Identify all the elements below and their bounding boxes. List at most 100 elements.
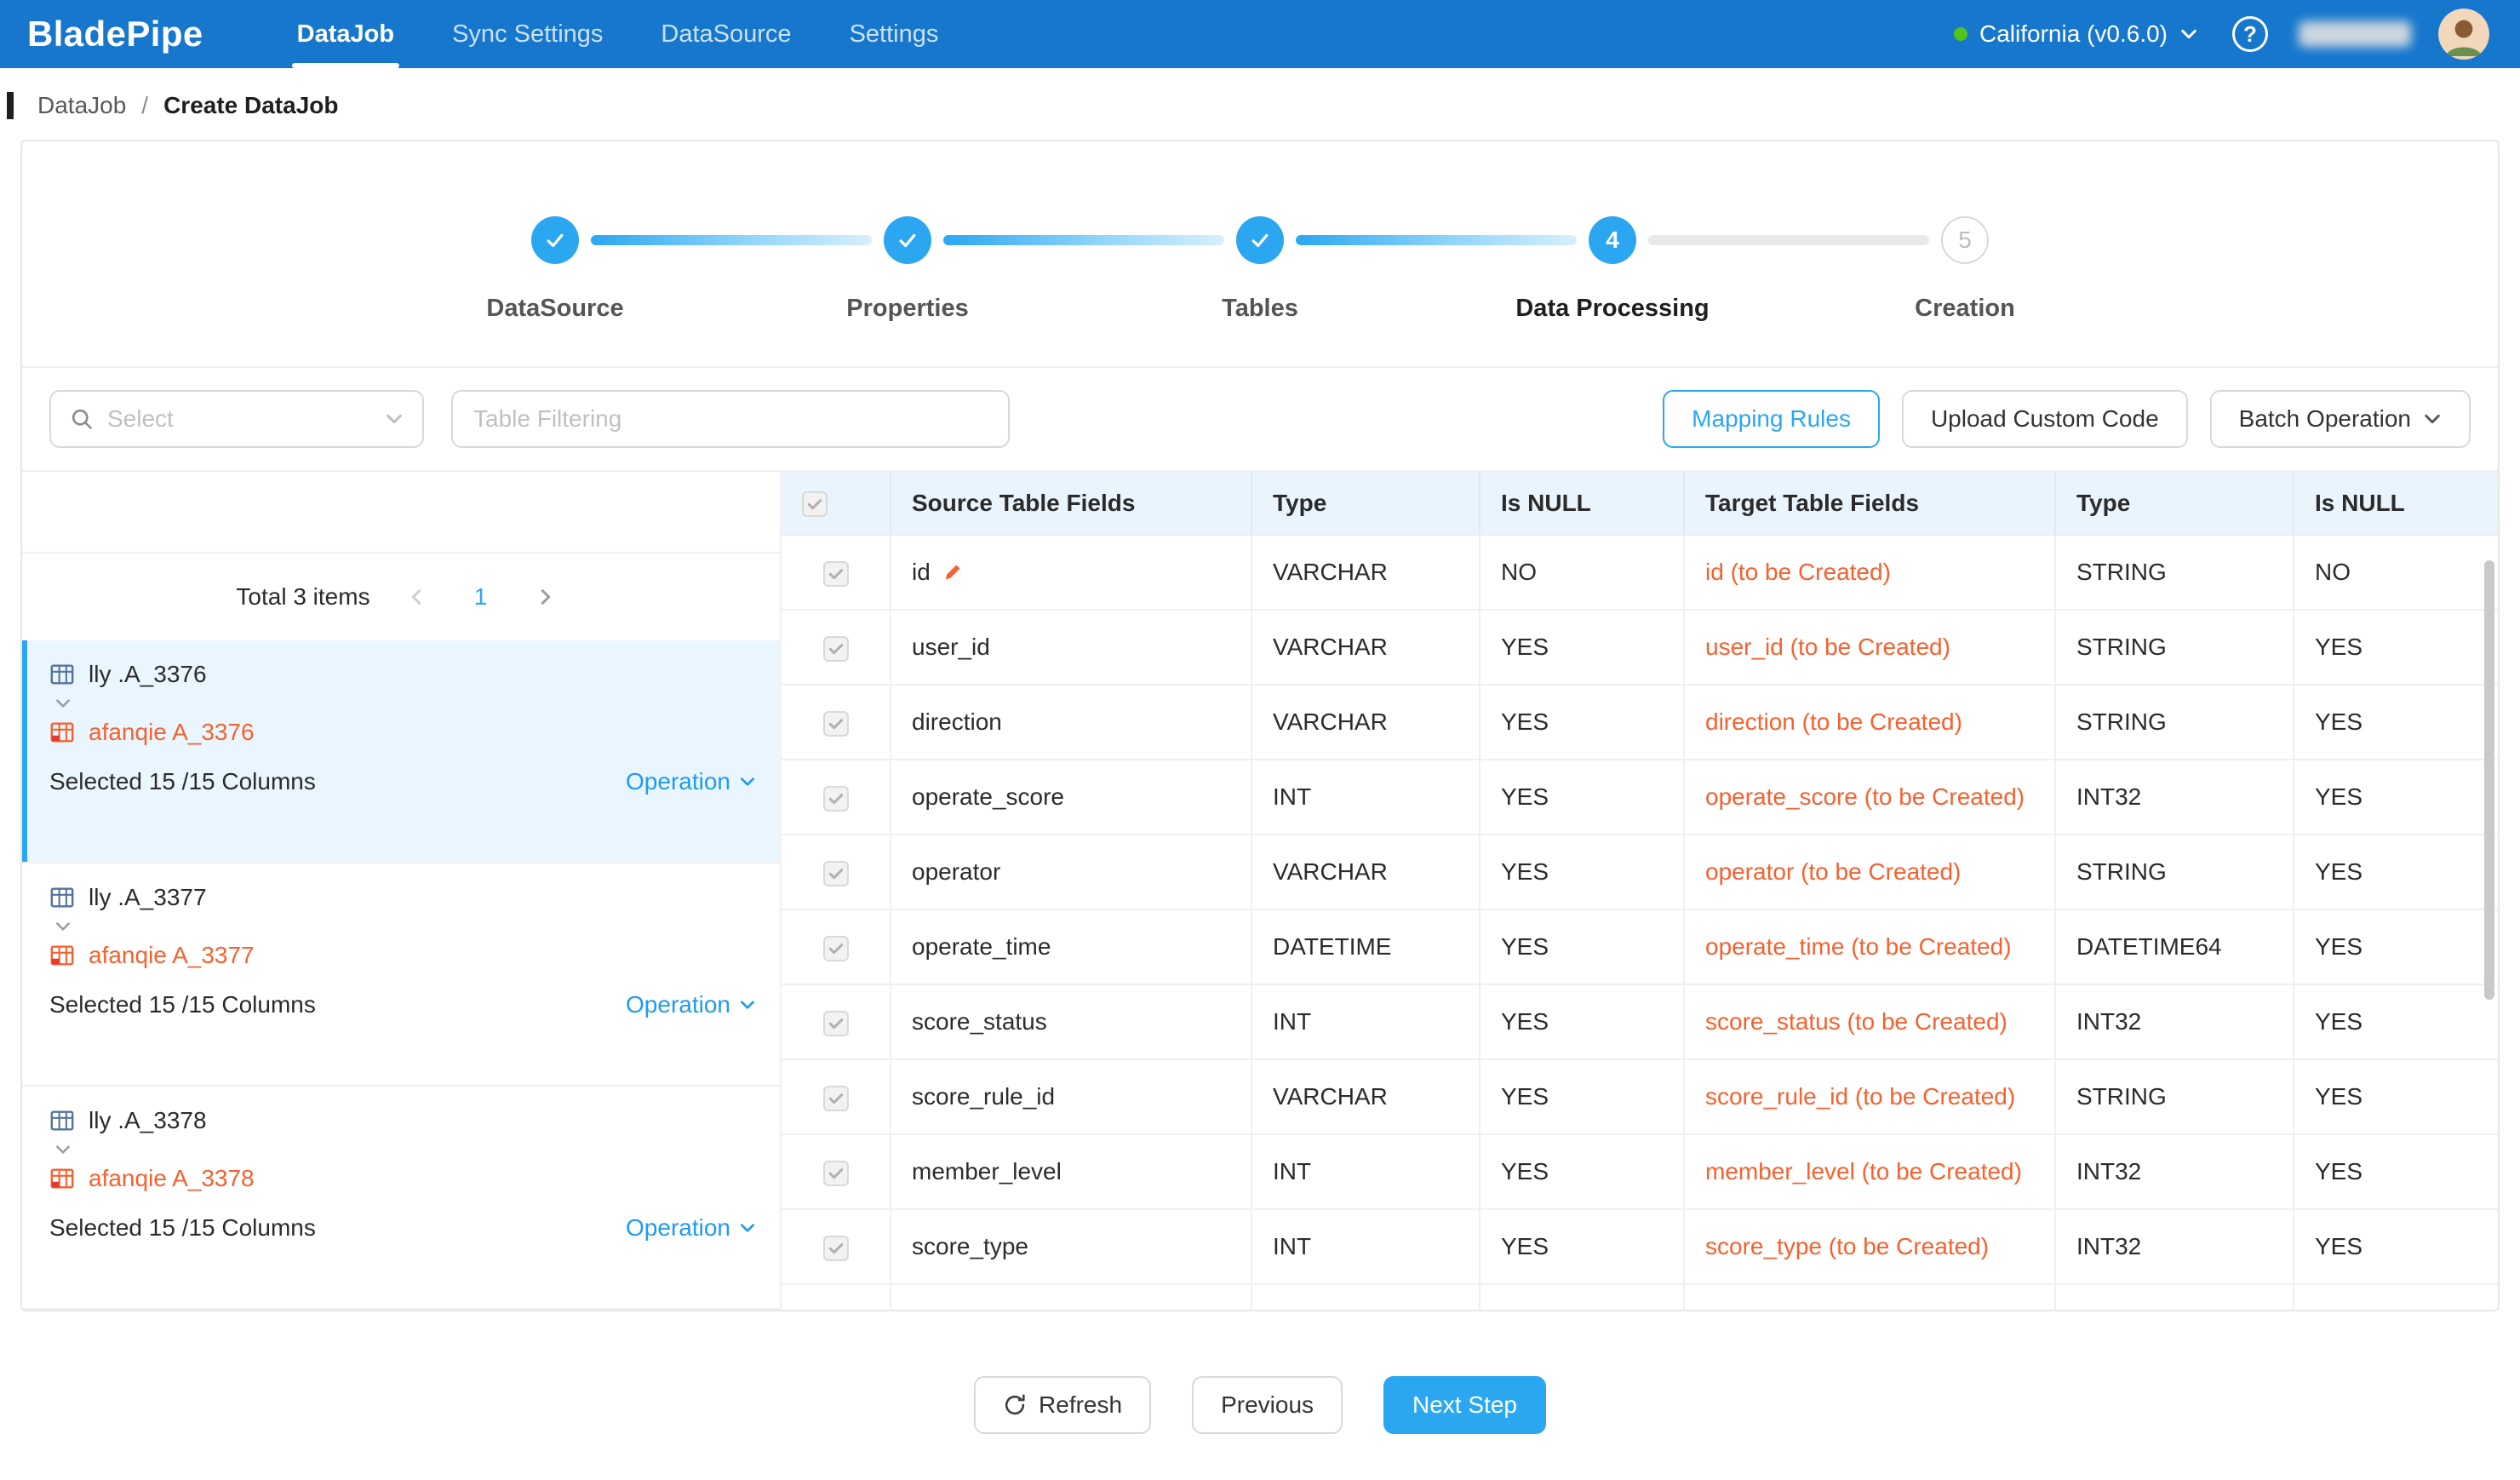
source-field-name: score_rule_id xyxy=(912,1082,1055,1111)
avatar[interactable] xyxy=(2438,9,2489,60)
fields-table: Source Table Fields Type Is NULL Target … xyxy=(782,472,2498,1310)
row-checkbox[interactable] xyxy=(823,1011,849,1036)
table-list-item[interactable]: lly .A_3377 afanqie A_3377 Selec xyxy=(22,863,780,1087)
field-row: direction VARCHAR YES direction (to be C… xyxy=(782,685,2498,760)
step-datasource[interactable]: DataSource xyxy=(531,216,579,264)
source-type-cell: INT xyxy=(1251,984,1480,1059)
source-table-name: lly .A_3377 xyxy=(89,884,207,911)
nav-item[interactable]: Sync Settings xyxy=(423,0,632,68)
table-list-item[interactable]: lly .A_3378 afanqie A_3378 Selec xyxy=(22,1087,780,1310)
header-target-fields: Target Table Fields xyxy=(1684,472,2055,535)
refresh-button[interactable]: Refresh xyxy=(974,1376,1151,1434)
prev-page-button[interactable] xyxy=(396,577,437,617)
nav-item[interactable]: DataJob xyxy=(268,0,423,68)
nav-item[interactable]: DataSource xyxy=(632,0,820,68)
next-page-button[interactable] xyxy=(525,577,566,617)
step-tables[interactable]: Tables xyxy=(1236,216,1284,264)
previous-button[interactable]: Previous xyxy=(1192,1376,1343,1434)
source-null-cell: YES xyxy=(1480,685,1684,760)
row-checkbox[interactable] xyxy=(823,1086,849,1111)
target-type-cell: STRING xyxy=(2055,1059,2294,1134)
next-step-button[interactable]: Next Step xyxy=(1383,1376,1546,1434)
select-all-checkbox[interactable] xyxy=(802,491,828,517)
step-label: Creation xyxy=(1915,295,2015,323)
header-target-type: Type xyxy=(2055,472,2294,535)
source-field-name: user_id xyxy=(912,633,990,662)
step-data-processing[interactable]: 4Data Processing xyxy=(1589,216,1636,264)
row-checkbox-cell xyxy=(782,1059,891,1134)
table-list-item[interactable]: lly .A_3376 afanqie A_3376 Selec xyxy=(22,640,780,863)
current-page[interactable]: 1 xyxy=(462,583,500,611)
table-filter-input[interactable] xyxy=(451,390,1010,448)
chevron-down-icon xyxy=(2423,410,2442,428)
fields-table-header-row: Source Table Fields Type Is NULL Target … xyxy=(782,472,2498,535)
row-checkbox-cell xyxy=(782,760,891,835)
row-checkbox[interactable] xyxy=(823,561,849,587)
row-checkbox[interactable] xyxy=(823,636,849,662)
app-logo[interactable]: BladePipe xyxy=(27,14,203,54)
target-table-icon xyxy=(49,720,75,745)
refresh-label: Refresh xyxy=(1039,1391,1122,1419)
target-null-cell: YES xyxy=(2294,685,2498,760)
target-type-cell: INT32 xyxy=(2055,1134,2294,1209)
vertical-scrollbar[interactable] xyxy=(2481,536,2496,1310)
target-field-cell: operate_time (to be Created) xyxy=(1684,909,2055,984)
source-table-icon xyxy=(49,1108,75,1133)
batch-operation-button[interactable]: Batch Operation xyxy=(2210,390,2471,448)
breadcrumb-parent[interactable]: DataJob xyxy=(37,92,126,119)
row-checkbox-cell xyxy=(782,610,891,685)
row-checkbox[interactable] xyxy=(823,936,849,961)
target-table-name: afanqie A_3378 xyxy=(89,1165,255,1192)
field-row: operate_time DATETIME YES operate_time (… xyxy=(782,909,2498,984)
search-icon xyxy=(70,407,94,431)
scrollbar-thumb[interactable] xyxy=(2484,560,2494,1000)
help-icon[interactable]: ? xyxy=(2232,16,2268,52)
row-checkbox[interactable] xyxy=(823,786,849,812)
edit-icon[interactable] xyxy=(942,562,963,582)
total-items-label: Total 3 items xyxy=(236,583,369,611)
operation-label: Operation xyxy=(626,1214,730,1242)
row-checkbox-cell xyxy=(782,835,891,909)
field-row: score_status INT YES score_status (to be… xyxy=(782,984,2498,1059)
target-type-cell: STRING xyxy=(2055,610,2294,685)
source-field-name: direction xyxy=(912,708,1002,737)
source-field-cell: id xyxy=(891,535,1251,610)
operation-link[interactable]: Operation xyxy=(626,991,756,1018)
breadcrumb-accent-bar xyxy=(7,92,14,119)
upload-custom-code-button[interactable]: Upload Custom Code xyxy=(1902,390,2188,448)
target-field-cell: operator (to be Created) xyxy=(1684,835,2055,909)
source-field-name: id xyxy=(912,558,931,587)
target-type-cell: STRING xyxy=(2055,835,2294,909)
chevron-down-icon xyxy=(385,410,404,428)
target-field-cell: id (to be Created) xyxy=(1684,535,2055,610)
source-table-row: lly .A_3376 xyxy=(49,661,756,688)
target-field-cell xyxy=(1684,1284,2055,1310)
operation-link[interactable]: Operation xyxy=(626,768,756,795)
mapping-rules-button[interactable]: Mapping Rules xyxy=(1663,390,1880,448)
table-select-dropdown[interactable]: Select xyxy=(49,390,424,448)
source-null-cell: YES xyxy=(1480,909,1684,984)
row-checkbox[interactable] xyxy=(823,711,849,737)
region-selector[interactable]: California (v0.6.0) xyxy=(1954,20,2198,48)
step-connector xyxy=(1648,235,1929,245)
target-field-cell: operate_score (to be Created) xyxy=(1684,760,2055,835)
step-properties[interactable]: Properties xyxy=(884,216,931,264)
row-checkbox[interactable] xyxy=(823,861,849,886)
fields-table-wrap: Source Table Fields Type Is NULL Target … xyxy=(782,472,2498,1310)
header-source-null: Is NULL xyxy=(1480,472,1684,535)
chevron-down-icon xyxy=(54,695,72,712)
source-type-cell: DATETIME xyxy=(1251,909,1480,984)
row-checkbox[interactable] xyxy=(823,1236,849,1261)
operation-link[interactable]: Operation xyxy=(626,1214,756,1242)
source-null-cell xyxy=(1480,1284,1684,1310)
nav-item-label: Settings xyxy=(850,20,939,49)
source-field-name: operate_score xyxy=(912,783,1064,812)
chevron-down-icon xyxy=(54,918,72,935)
selected-columns-label: Selected 15 /15 Columns xyxy=(49,991,316,1018)
row-checkbox[interactable] xyxy=(823,1161,849,1186)
step-number: 5 xyxy=(1941,216,1989,264)
step-creation[interactable]: 5Creation xyxy=(1941,216,1989,264)
nav-item[interactable]: Settings xyxy=(821,0,968,68)
toolbar: Select Mapping Rules Upload Custom Code … xyxy=(22,366,2498,470)
field-row: user_id VARCHAR YES user_id (to be Creat… xyxy=(782,610,2498,685)
